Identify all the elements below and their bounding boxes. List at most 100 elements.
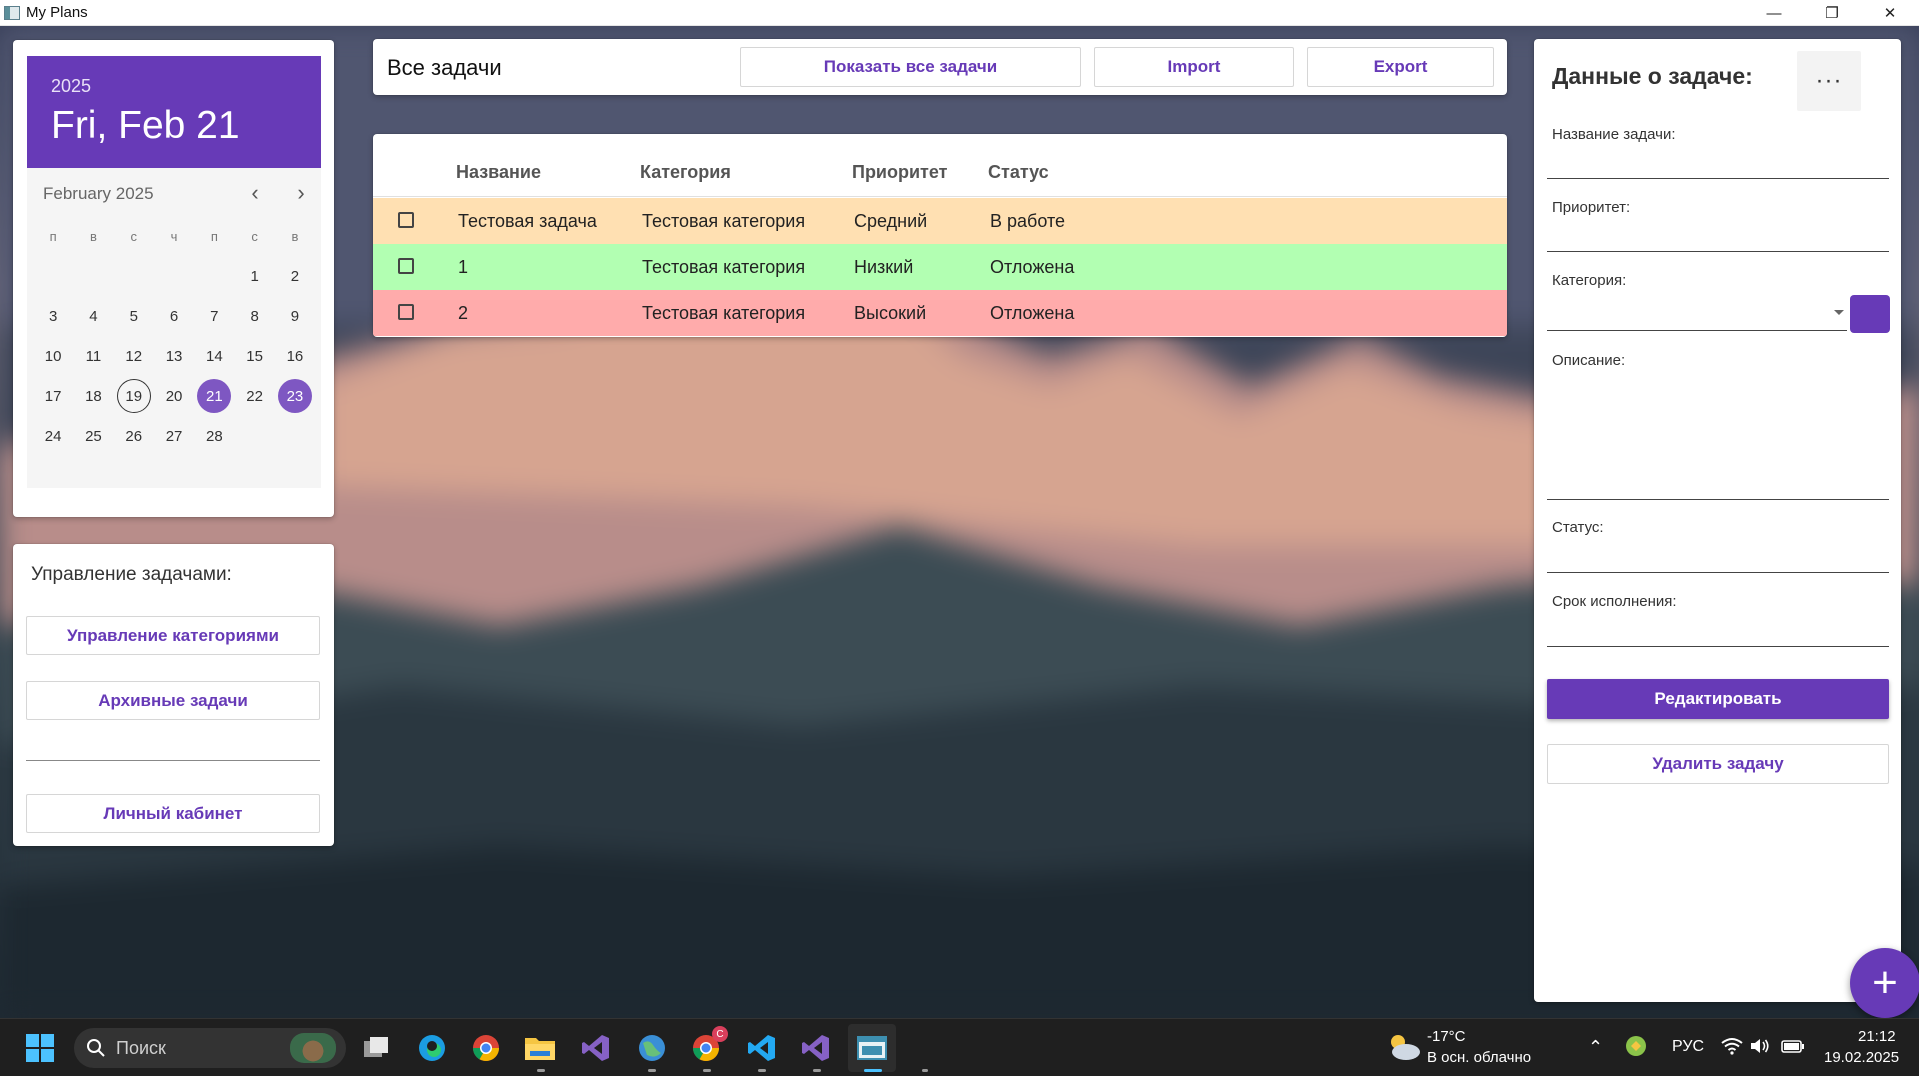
- calendar-day[interactable]: 28: [194, 416, 234, 456]
- volume-icon[interactable]: [1748, 1034, 1772, 1058]
- calendar-day[interactable]: 1: [234, 256, 274, 296]
- description-field[interactable]: [1547, 499, 1889, 500]
- more-options-button[interactable]: ···: [1797, 51, 1861, 111]
- edge-icon[interactable]: [416, 1032, 448, 1064]
- maximize-button[interactable]: ❐: [1803, 0, 1861, 26]
- calendar-day-number: 5: [129, 307, 138, 325]
- column-header-status[interactable]: Статус: [988, 162, 1049, 183]
- chrome-profile-icon[interactable]: C: [690, 1026, 728, 1064]
- task-management-title: Управление задачами:: [31, 564, 232, 585]
- calendar-day[interactable]: 5: [114, 296, 154, 336]
- column-header-priority[interactable]: Приоритет: [852, 162, 947, 183]
- weather-description[interactable]: В осн. облачно: [1427, 1049, 1531, 1066]
- chevron-right-icon[interactable]: ›: [286, 178, 316, 208]
- minimize-button[interactable]: —: [1745, 0, 1803, 26]
- divider: [26, 760, 320, 761]
- task-status: Отложена: [990, 257, 1075, 277]
- calendar-day[interactable]: 20: [154, 376, 194, 416]
- priority-field[interactable]: [1547, 251, 1889, 252]
- calendar-day[interactable]: 15: [234, 336, 274, 376]
- category-select[interactable]: [1547, 330, 1847, 331]
- taskbar-search[interactable]: Поиск: [74, 1028, 346, 1068]
- export-button[interactable]: Export: [1307, 47, 1494, 87]
- calendar-day[interactable]: 13: [154, 336, 194, 376]
- clock-time[interactable]: 21:12: [1858, 1028, 1896, 1045]
- calendar-day[interactable]: 26: [114, 416, 154, 456]
- calendar-year[interactable]: 2025: [51, 76, 91, 97]
- calendar-day[interactable]: 17: [33, 376, 73, 416]
- import-button[interactable]: Import: [1094, 47, 1294, 87]
- calendar-day[interactable]: 10: [33, 336, 73, 376]
- calendar-day[interactable]: 7: [194, 296, 234, 336]
- file-explorer-icon[interactable]: [524, 1032, 556, 1064]
- chevron-up-icon[interactable]: ⌃: [1588, 1037, 1603, 1058]
- status-field[interactable]: [1547, 572, 1889, 573]
- weekday-label: с: [130, 228, 137, 244]
- table-row[interactable]: 1 Тестовая категория Низкий Отложена: [373, 244, 1507, 290]
- task-checkbox[interactable]: [398, 304, 414, 320]
- my-plans-app-icon[interactable]: [856, 1032, 888, 1064]
- due-date-label: Срок исполнения:: [1552, 593, 1677, 610]
- calendar-day[interactable]: 27: [154, 416, 194, 456]
- calendar-day[interactable]: 24: [33, 416, 73, 456]
- calendar-day-number: [197, 259, 231, 293]
- chrome-icon[interactable]: [470, 1032, 502, 1064]
- calendar-day[interactable]: 9: [275, 296, 315, 336]
- calendar-day[interactable]: 18: [73, 376, 113, 416]
- calendar-day[interactable]: 4: [73, 296, 113, 336]
- windows-start-icon[interactable]: [24, 1032, 56, 1064]
- calendar-day-number: [76, 259, 110, 293]
- calendar-day[interactable]: 19: [114, 376, 154, 416]
- vscode-icon[interactable]: [746, 1032, 778, 1064]
- language-indicator[interactable]: РУС: [1672, 1038, 1704, 1056]
- globe-app-icon[interactable]: [636, 1032, 668, 1064]
- show-all-tasks-button[interactable]: Показать все задачи: [740, 47, 1081, 87]
- task-checkbox[interactable]: [398, 258, 414, 274]
- add-task-button[interactable]: +: [1850, 948, 1919, 1018]
- wifi-icon[interactable]: [1720, 1034, 1744, 1058]
- table-row[interactable]: 2 Тестовая категория Высокий Отложена: [373, 290, 1507, 336]
- table-row[interactable]: Тестовая задача Тестовая категория Средний…: [373, 198, 1507, 244]
- weather-icon[interactable]: [1384, 1029, 1424, 1065]
- calendar-day[interactable]: 23: [275, 376, 315, 416]
- weekday-label: п: [49, 228, 57, 244]
- category-label: Категория:: [1552, 272, 1627, 289]
- calendar-day[interactable]: 16: [275, 336, 315, 376]
- calendar-day[interactable]: 25: [73, 416, 113, 456]
- column-header-name[interactable]: Название: [456, 162, 541, 183]
- edit-button[interactable]: Редактировать: [1547, 679, 1889, 719]
- column-header-category[interactable]: Категория: [640, 162, 731, 183]
- visual-studio-2-icon[interactable]: [800, 1032, 832, 1064]
- profile-button[interactable]: Личный кабинет: [26, 794, 320, 833]
- calendar-day[interactable]: 14: [194, 336, 234, 376]
- calendar-day[interactable]: 11: [73, 336, 113, 376]
- chevron-down-icon[interactable]: [1834, 310, 1844, 315]
- delete-task-button[interactable]: Удалить задачу: [1547, 744, 1889, 784]
- close-button[interactable]: ✕: [1861, 0, 1919, 26]
- chevron-left-icon[interactable]: ‹: [240, 178, 270, 208]
- app-icon: [4, 5, 20, 20]
- calendar-day[interactable]: 3: [33, 296, 73, 336]
- calendar-month-label[interactable]: February 2025: [43, 184, 154, 204]
- battery-icon[interactable]: [1780, 1034, 1806, 1058]
- tray-app-icon[interactable]: [1624, 1034, 1648, 1058]
- calendar-day[interactable]: 22: [234, 376, 274, 416]
- visual-studio-icon[interactable]: [580, 1032, 612, 1064]
- clock-date[interactable]: 19.02.2025: [1824, 1049, 1899, 1066]
- calendar-day[interactable]: 8: [234, 296, 274, 336]
- calendar-day[interactable]: 12: [114, 336, 154, 376]
- manage-categories-button[interactable]: Управление категориями: [26, 616, 320, 655]
- task-name-field[interactable]: [1547, 178, 1889, 179]
- calendar-day[interactable]: 6: [154, 296, 194, 336]
- weather-temperature[interactable]: -17°C: [1427, 1028, 1466, 1045]
- window-titlebar: My Plans — ❐ ✕: [0, 0, 1919, 26]
- category-color-swatch[interactable]: [1850, 295, 1890, 333]
- task-checkbox[interactable]: [398, 212, 414, 228]
- archive-tasks-button[interactable]: Архивные задачи: [26, 681, 320, 720]
- running-indicator: [703, 1069, 711, 1072]
- calendar-day[interactable]: 2: [275, 256, 315, 296]
- due-date-field[interactable]: [1547, 646, 1889, 647]
- search-highlight-image: [290, 1033, 336, 1063]
- calendar-day[interactable]: 21: [194, 376, 234, 416]
- task-view-icon[interactable]: [360, 1032, 392, 1064]
